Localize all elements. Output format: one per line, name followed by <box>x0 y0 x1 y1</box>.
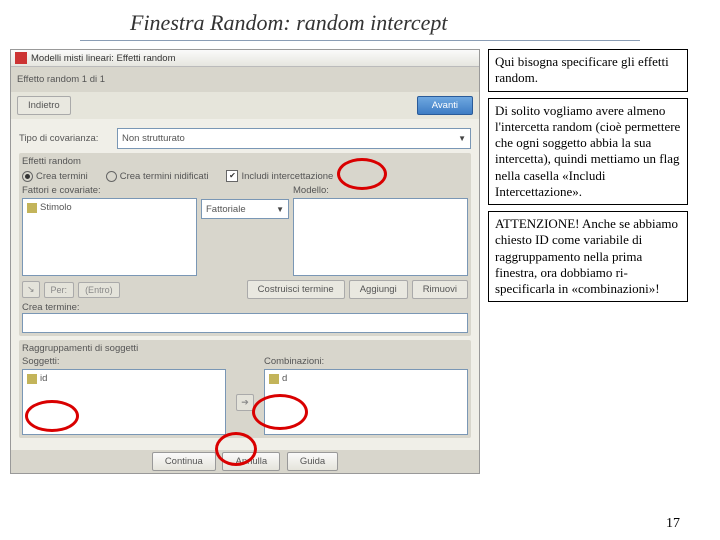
factors-label: Fattori e covariate: <box>22 185 197 196</box>
annotation-1: Qui bisogna specificare gli effetti rand… <box>488 49 688 92</box>
grouping-section-label: Raggruppamenti di soggetti <box>22 343 468 354</box>
cancel-button[interactable]: Annulla <box>222 452 280 471</box>
remove-button[interactable]: Rimuovi <box>412 280 468 299</box>
transfer-button[interactable]: ➔ <box>236 394 254 411</box>
create-term-input[interactable] <box>22 313 468 333</box>
cov-type-value: Non strutturato <box>122 133 185 144</box>
factors-list[interactable]: Stimolo <box>22 198 197 276</box>
move-button[interactable]: ↘ <box>22 281 40 298</box>
cov-type-label: Tipo di covarianza: <box>19 133 111 144</box>
continue-button[interactable]: Continua <box>152 452 216 471</box>
include-intercept-checkbox[interactable]: ✔Includi intercettazione <box>226 170 333 182</box>
page-number: 17 <box>666 516 680 532</box>
subjects-list[interactable]: id <box>22 369 226 435</box>
add-button[interactable]: Aggiungi <box>349 280 408 299</box>
effects-section-label: Effetti random <box>22 156 468 167</box>
chevron-down-icon: ▼ <box>458 134 466 143</box>
annotation-2: Di solito vogliamo avere almeno l'interc… <box>488 98 688 206</box>
radio-create-terms[interactable]: Crea termini <box>22 171 88 182</box>
build-term-button[interactable]: Costruisci termine <box>247 280 345 299</box>
interaction-select[interactable]: Fattoriale▼ <box>201 199 289 219</box>
back-button[interactable]: Indietro <box>17 96 71 115</box>
window-title: Modelli misti lineari: Effetti random <box>31 53 176 64</box>
variable-icon <box>27 374 37 384</box>
create-term-label: Crea termine: <box>22 302 468 313</box>
combinations-label: Combinazioni: <box>264 356 468 367</box>
list-item: d <box>267 372 465 385</box>
dialog-window: Modelli misti lineari: Effetti random Ef… <box>10 49 480 474</box>
radio-nested-terms[interactable]: Crea termini nidificati <box>106 171 209 182</box>
slide-title: Finestra Random: random intercept <box>0 0 720 40</box>
combinations-list[interactable]: d <box>264 369 468 435</box>
divider <box>80 40 640 41</box>
model-label: Modello: <box>293 185 468 196</box>
dialog-label: Effetto random 1 di 1 <box>17 74 105 85</box>
cov-type-select[interactable]: Non strutturato ▼ <box>117 128 471 149</box>
annotation-3: ATTENZIONE! Anche se abbiamo chiesto ID … <box>488 211 688 302</box>
per-button[interactable]: Per: <box>44 282 75 298</box>
list-item: Stimolo <box>25 201 194 214</box>
help-button[interactable]: Guida <box>287 452 338 471</box>
forward-button[interactable]: Avanti <box>417 96 473 115</box>
model-list[interactable] <box>293 198 468 276</box>
list-item: id <box>25 372 223 385</box>
variable-icon <box>269 374 279 384</box>
app-icon <box>15 52 27 64</box>
variable-icon <box>27 203 37 213</box>
entro-button[interactable]: (Entro) <box>78 282 120 298</box>
subjects-label: Soggetti: <box>22 356 226 367</box>
titlebar: Modelli misti lineari: Effetti random <box>11 50 479 67</box>
